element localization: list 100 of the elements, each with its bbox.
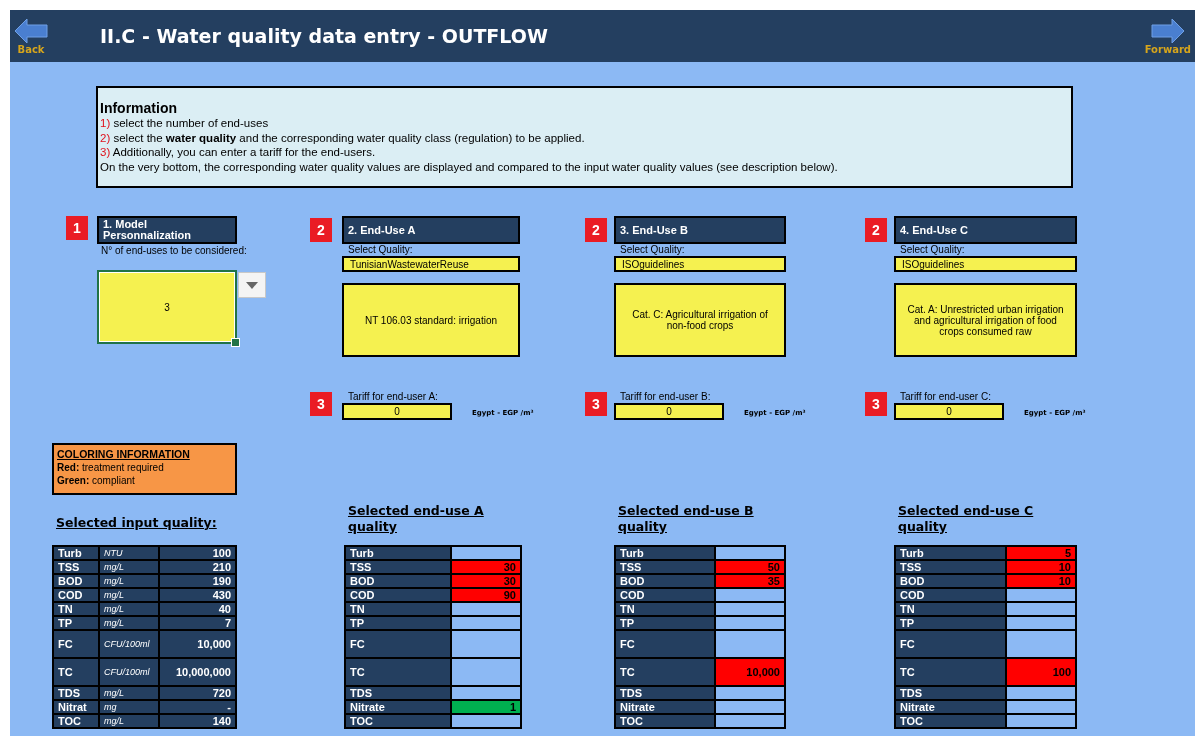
back-button[interactable]: Back: [14, 17, 48, 55]
step-badge: 3: [310, 392, 332, 416]
parameter-cell: TC: [896, 659, 1005, 685]
value-cell: 430: [160, 589, 235, 601]
section-header: 1. Model Personnalization: [97, 216, 237, 244]
step-badge: 3: [585, 392, 607, 416]
parameter-cell: FC: [896, 631, 1005, 657]
value-cell: [452, 659, 520, 685]
value-cell: [716, 547, 784, 559]
value-cell: 10: [1007, 561, 1075, 573]
value-cell: 30: [452, 575, 520, 587]
parameter-cell: Turb: [896, 547, 1005, 559]
quality-select-field[interactable]: ISOguidelines: [614, 256, 786, 272]
value-cell: [716, 603, 784, 615]
field-label: Select Quality:: [347, 244, 414, 256]
dropdown-button[interactable]: [238, 272, 266, 298]
quality-description-field: Cat. C: Agricultural irrigation of non-food crops: [614, 283, 786, 357]
value-cell: -: [160, 701, 235, 713]
parameter-cell: TC: [54, 659, 98, 685]
legend-line: Red: treatment required: [57, 461, 165, 474]
unit-cell: mg/L: [100, 617, 158, 629]
parameter-cell: FC: [54, 631, 98, 657]
step-badge: 2: [310, 218, 332, 242]
parameter-cell: TDS: [346, 687, 450, 699]
page-title: II.C - Water quality data entry - OUTFLOW: [100, 25, 549, 47]
parameter-cell: Nitrate: [616, 701, 714, 713]
unit-cell: mg: [100, 701, 158, 713]
step-badge: 3: [865, 392, 887, 416]
parameter-cell: TDS: [896, 687, 1005, 699]
parameter-cell: Nitrate: [896, 701, 1005, 713]
information-line: On the very bottom, the corresponding water quality values are displayed and compared to the input water quality values (see description below).: [100, 159, 839, 174]
information-line: 1) select the number of end-uses: [100, 116, 270, 131]
quality-select-field[interactable]: TunisianWastewaterReuse: [342, 256, 520, 272]
parameter-cell: TSS: [616, 561, 714, 573]
value-cell: 10,000,000: [160, 659, 235, 685]
section-header: 2. End-Use A: [342, 216, 520, 244]
parameter-cell: FC: [346, 631, 450, 657]
table-title: Selected end-use C quality: [897, 503, 1035, 535]
value-cell: [1007, 701, 1075, 713]
step-badge: 1: [66, 216, 88, 240]
forward-button[interactable]: Forward: [1144, 17, 1191, 55]
quality-select-field[interactable]: ISOguidelines: [894, 256, 1077, 272]
value-cell: 1: [452, 701, 520, 713]
parameter-cell: Turb: [346, 547, 450, 559]
value-cell: 10,000: [160, 631, 235, 657]
table-title: Selected input quality:: [55, 515, 218, 531]
table-title: Selected end-use B quality: [617, 503, 755, 535]
parameter-cell: TN: [616, 603, 714, 615]
value-cell: [1007, 687, 1075, 699]
step-badge: 2: [865, 218, 887, 242]
value-cell: 720: [160, 687, 235, 699]
value-cell: 10: [1007, 575, 1075, 587]
quality-description-field: Cat. A: Unrestricted urban irrigation and agricultural irrigation of food crops consumed raw: [894, 283, 1077, 357]
coloring-info-title: COLORING INFORMATION: [57, 448, 191, 461]
information-line: 3) Additionally, you can enter a tariff for the end-users.: [100, 145, 377, 160]
value-cell: 100: [1007, 659, 1075, 685]
parameter-cell: TDS: [616, 687, 714, 699]
unit-cell: CFU/100ml: [100, 659, 158, 685]
unit-cell: NTU: [100, 547, 158, 559]
parameter-cell: FC: [616, 631, 714, 657]
value-cell: 100: [160, 547, 235, 559]
value-cell: [452, 631, 520, 657]
parameter-cell: TN: [896, 603, 1005, 615]
unit-cell: mg/L: [100, 603, 158, 615]
parameter-cell: BOD: [346, 575, 450, 587]
field-label: Select Quality:: [899, 244, 966, 256]
tariff-field[interactable]: 0: [342, 403, 452, 420]
end-uses-count-field[interactable]: 3: [97, 270, 237, 344]
unit-cell: mg/L: [100, 561, 158, 573]
parameter-cell: TP: [346, 617, 450, 629]
field-label: N° of end-uses to be considered:: [100, 245, 248, 257]
parameter-cell: BOD: [616, 575, 714, 587]
parameter-cell: Nitrate: [346, 701, 450, 713]
tariff-field[interactable]: 0: [894, 403, 1004, 420]
parameter-cell: TSS: [346, 561, 450, 573]
quality-description-field: NT 106.03 standard: irrigation: [342, 283, 520, 357]
field-label: Select Quality:: [619, 244, 686, 256]
value-cell: 140: [160, 715, 235, 727]
unit-cell: mg/L: [100, 575, 158, 587]
parameter-cell: TN: [54, 603, 98, 615]
value-cell: 5: [1007, 547, 1075, 559]
caret-icon: [246, 281, 258, 289]
value-cell: [452, 547, 520, 559]
value-cell: 90: [452, 589, 520, 601]
value-cell: 190: [160, 575, 235, 587]
parameter-cell: TDS: [54, 687, 98, 699]
parameter-cell: Turb: [616, 547, 714, 559]
value-cell: 7: [160, 617, 235, 629]
parameter-cell: TP: [54, 617, 98, 629]
value-cell: [1007, 589, 1075, 601]
value-cell: [1007, 603, 1075, 615]
parameter-cell: TSS: [896, 561, 1005, 573]
tariff-field[interactable]: 0: [614, 403, 724, 420]
fill-handle[interactable]: [231, 338, 240, 347]
information-line: 2) select the water quality and the corresponding water quality class (regulation) to be applied.: [100, 130, 586, 145]
parameter-cell: TSS: [54, 561, 98, 573]
value-cell: [1007, 715, 1075, 727]
value-cell: 50: [716, 561, 784, 573]
unit-cell: mg/L: [100, 715, 158, 727]
parameter-cell: TP: [896, 617, 1005, 629]
